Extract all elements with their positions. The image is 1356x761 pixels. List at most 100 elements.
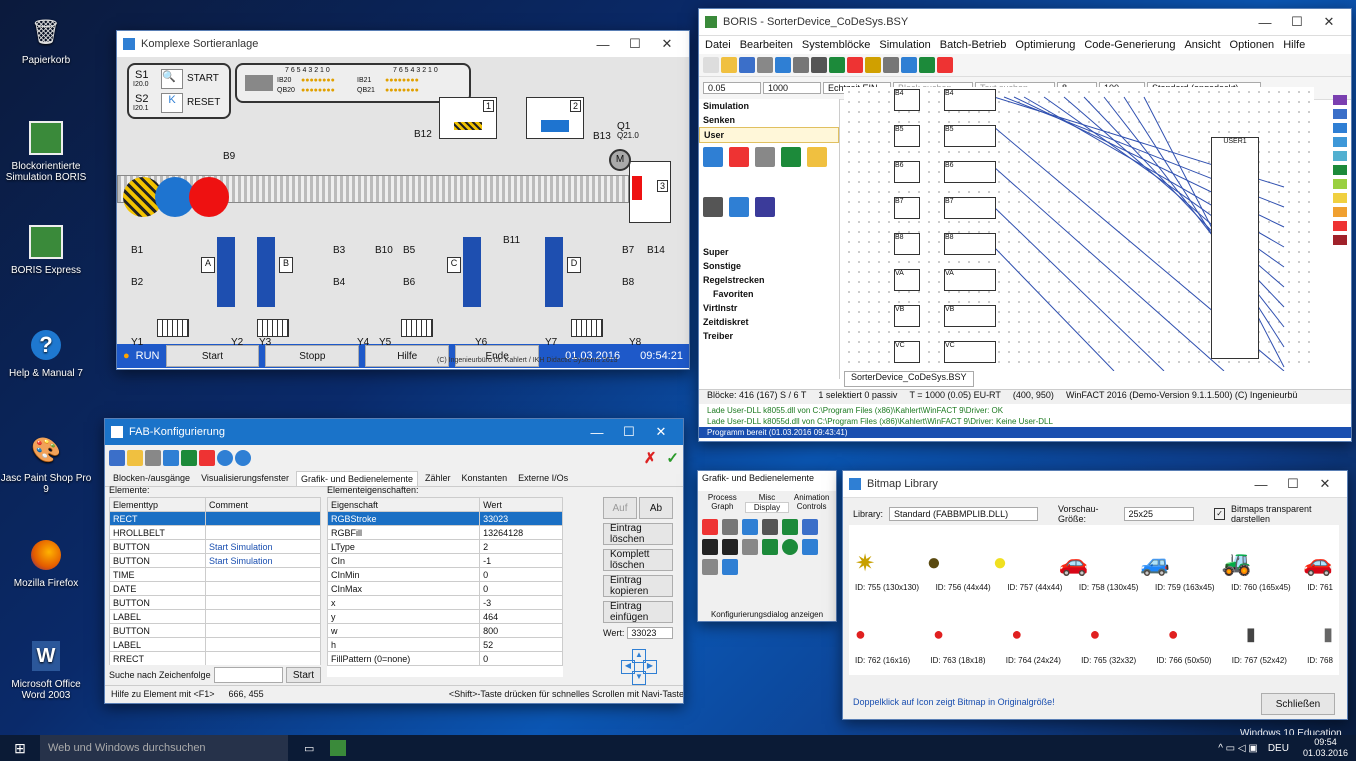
red-button-bitmap-icon[interactable]: ● [1090, 624, 1101, 654]
desktop-icon-boris-express[interactable]: BORIS Express [0, 222, 92, 276]
transparent-checkbox[interactable]: ✓ [1214, 508, 1225, 520]
block-b8-in[interactable]: B8 [894, 233, 920, 255]
color-swatch[interactable] [1333, 207, 1347, 217]
desktop-icon-paint-shop[interactable]: 🎨 Jasc Paint Shop Pro 9 [0, 430, 92, 496]
red-button-bitmap-icon[interactable]: ● [933, 624, 944, 654]
stop-button[interactable]: Stopp [265, 345, 360, 367]
table-row[interactable]: y 464 [327, 609, 563, 624]
menu-optionen[interactable]: Optionen [1230, 39, 1275, 51]
minimize-button[interactable]: — [1249, 15, 1281, 30]
paste-entry-button[interactable]: Eintrag einfügen [603, 601, 673, 623]
menu-ansicht[interactable]: Ansicht [1184, 39, 1220, 51]
block-b6[interactable]: B6 [944, 161, 996, 183]
calendar-element-icon[interactable] [762, 519, 778, 535]
table-row[interactable]: LABEL [109, 637, 321, 652]
close-library-button[interactable]: Schließen [1261, 693, 1335, 715]
menu-bearbeiten[interactable]: Bearbeiten [740, 39, 793, 51]
palette-block-icon[interactable] [755, 197, 775, 217]
start-switch[interactable]: 🔍 [161, 69, 183, 89]
color-swatch[interactable] [1333, 95, 1347, 105]
block-b7[interactable]: B7 [944, 197, 996, 219]
menu-batch[interactable]: Batch-Betrieb [940, 39, 1007, 51]
task-view-icon[interactable]: ▭ [304, 742, 314, 755]
delete-all-button[interactable]: Komplett löschen [603, 549, 673, 571]
table-row[interactable]: BUTTON Start Simulation [109, 553, 321, 568]
maximize-button[interactable]: ☐ [613, 424, 645, 440]
windows-start-icon[interactable]: ⊞ [0, 740, 40, 757]
tray-icons[interactable]: ^ ▭ ◁ ▣ [1218, 743, 1258, 754]
table-row[interactable]: x -3 [327, 595, 563, 610]
scope-icon[interactable] [883, 57, 899, 73]
tree-virtinstr[interactable]: VirtInstr [699, 301, 839, 315]
table-row[interactable]: CInMax 0 [327, 581, 563, 596]
block-b5-in[interactable]: B5 [894, 125, 920, 147]
red-car-bitmap-icon[interactable]: 🚙 [1140, 549, 1170, 581]
table-row[interactable]: TIME [109, 567, 321, 582]
block-va-in[interactable]: VA [894, 269, 920, 291]
block-vc[interactable]: VC [944, 341, 996, 363]
palette-block-icon[interactable] [807, 147, 827, 167]
search-input[interactable] [213, 667, 283, 683]
print-icon[interactable] [757, 57, 773, 73]
palette-block-icon[interactable] [703, 147, 723, 167]
tab-controls[interactable]: Controls [789, 502, 834, 513]
block-b8[interactable]: B8 [944, 233, 996, 255]
tank-element-icon[interactable] [722, 559, 738, 575]
block-b5[interactable]: B5 [944, 125, 996, 147]
table-row[interactable]: CIn -1 [327, 553, 563, 568]
close-button[interactable]: ✕ [1309, 476, 1341, 492]
minimize-button[interactable]: — [1245, 477, 1277, 492]
color-swatch[interactable] [1333, 165, 1347, 175]
play-icon[interactable] [775, 57, 791, 73]
color-swatch[interactable] [1333, 123, 1347, 133]
config-dialog-link[interactable]: Konfigurierungsdialog anzeigen [698, 610, 836, 619]
green-car-bitmap-icon[interactable]: 🚜 [1222, 549, 1252, 581]
close-button[interactable]: ✕ [1313, 14, 1345, 30]
block-vc-in[interactable]: VC [894, 341, 920, 363]
car-bitmap-icon[interactable]: 🚗 [1059, 549, 1089, 581]
tree-favoriten[interactable]: Favoriten [699, 287, 839, 301]
display-element-icon[interactable] [782, 519, 798, 535]
palette-block-icon[interactable] [781, 147, 801, 167]
start-button[interactable]: Start [165, 345, 260, 367]
taskbar-clock[interactable]: 09:54 01.03.2016 [1303, 737, 1348, 759]
menu-simulation[interactable]: Simulation [879, 39, 930, 51]
tree-super[interactable]: Super [699, 245, 839, 259]
block-icon[interactable] [901, 57, 917, 73]
block-vb-in[interactable]: VB [894, 305, 920, 327]
chart-element-icon[interactable] [742, 539, 758, 555]
desktop-icon-firefox[interactable]: Mozilla Firefox [0, 535, 92, 589]
text-element-icon[interactable] [702, 519, 718, 535]
preview-size-select[interactable]: 25x25 [1123, 507, 1195, 521]
tool-icon[interactable] [865, 57, 881, 73]
tab-animation[interactable]: Animation [789, 493, 834, 502]
palette-block-icon[interactable] [755, 147, 775, 167]
palette-block-icon[interactable] [729, 197, 749, 217]
table-row[interactable]: h 52 [327, 637, 563, 652]
digit-element-icon[interactable] [722, 539, 738, 555]
dark-ball-bitmap-icon[interactable]: ● [927, 549, 942, 581]
meter-element-icon[interactable] [702, 559, 718, 575]
table-row[interactable]: LABEL [109, 609, 321, 624]
table-row[interactable]: HROLLBELT [109, 525, 321, 540]
reset-switch[interactable]: K [161, 93, 183, 113]
delete-entry-button[interactable]: Eintrag löschen [603, 523, 673, 545]
star-bitmap-icon[interactable]: ✷ [855, 549, 875, 581]
menu-systembloecke[interactable]: Systemblöcke [802, 39, 870, 51]
palette-block-icon[interactable] [703, 197, 723, 217]
help-icon[interactable] [235, 450, 251, 466]
settings-icon[interactable] [145, 450, 161, 466]
ok-icon[interactable]: ✓ [666, 449, 679, 467]
minimize-button[interactable]: — [587, 37, 619, 52]
block-vb[interactable]: VB [944, 305, 996, 327]
clock-element-icon[interactable] [742, 519, 758, 535]
table-row[interactable]: RECT [109, 511, 321, 526]
tab-display[interactable]: Display [744, 502, 790, 513]
delete-icon[interactable] [847, 57, 863, 73]
document-tab[interactable]: SorterDevice_CoDeSys.BSY [844, 371, 974, 387]
refresh-icon[interactable] [829, 57, 845, 73]
info-icon[interactable] [217, 450, 233, 466]
tree-sonstige[interactable]: Sonstige [699, 259, 839, 273]
plot-element-icon[interactable] [802, 539, 818, 555]
maximize-button[interactable]: ☐ [1277, 476, 1309, 492]
